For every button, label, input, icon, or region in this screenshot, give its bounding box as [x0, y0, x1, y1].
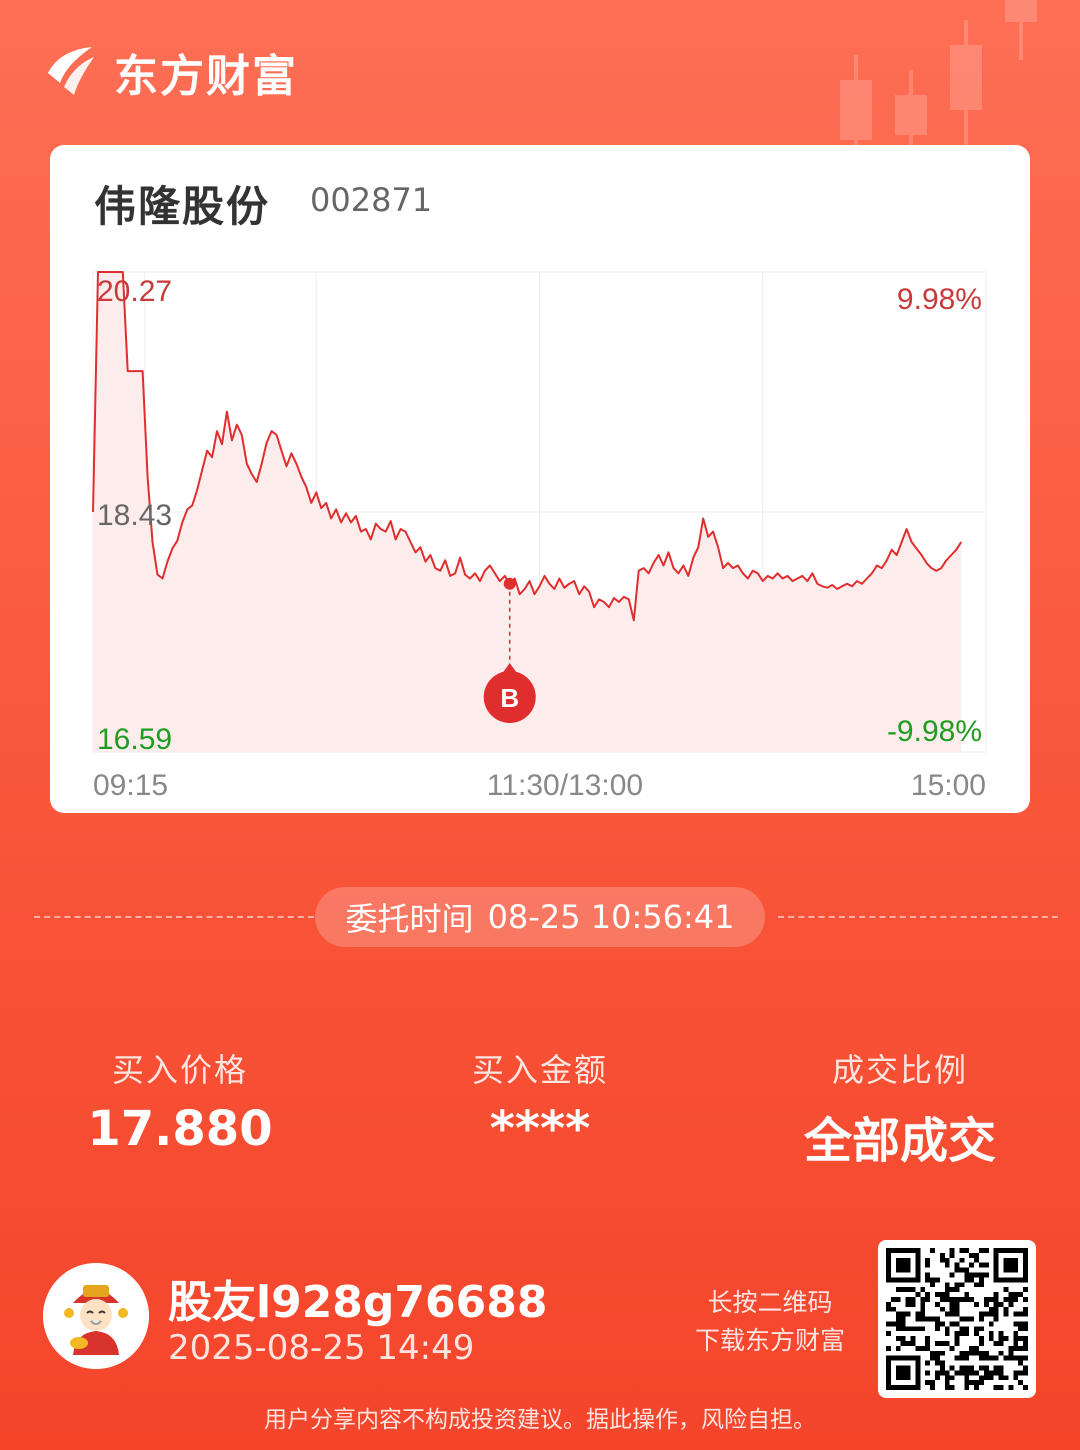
order-time-row: 委托时间 08-25 10:56:41 [0, 887, 1080, 947]
intraday-chart: B 20.27 18.43 16.59 9.98% -9.98% 09:15 11:30/13… [92, 271, 987, 802]
disclaimer: 用户分享内容不构成投资建议。据此操作，风险自担。 [264, 1407, 816, 1433]
stat-label: 买入金额 [471, 1051, 608, 1089]
stat-label: 买入价格 [111, 1051, 248, 1089]
order-time-value: 08-25 10:56:41 [487, 898, 735, 936]
caishen-avatar-icon [43, 1263, 149, 1369]
trade-stats: 买入价格 17.880 买入金额 **** 成交比例 全部成交 [0, 1045, 1080, 1169]
order-time-pill: 委托时间 08-25 10:56:41 [315, 887, 765, 947]
qr-hint-line2: 下载东方财富 [694, 1326, 845, 1355]
stock-chart-card: B 20.27 18.43 16.59 9.98% -9.98% 09:15 11:30/13… [50, 145, 1030, 813]
buy-marker-dot [503, 577, 516, 590]
qr-code-icon [886, 1248, 1028, 1390]
brand-name: 东方财富 [114, 51, 298, 102]
dashed-divider-left [34, 916, 314, 918]
pct-label-low: -9.98% [887, 715, 982, 748]
eastmoney-logo-icon [48, 47, 94, 95]
share-time: 2025-08-25 14:49 [168, 1328, 475, 1368]
stat-fill-ratio: 成交比例 全部成交 [750, 1045, 1050, 1171]
order-time-label: 委托时间 [345, 900, 474, 938]
stat-value: 全部成交 [803, 1113, 996, 1169]
candlestick-decoration-icon [840, 0, 1037, 150]
stat-buy-price: 买入价格 17.880 [30, 1045, 330, 1157]
stat-buy-amount: 买入金额 **** [390, 1045, 690, 1157]
x-tick-mid: 11:30/13:00 [487, 769, 643, 802]
stock-name: 伟隆股份 [94, 182, 271, 231]
stat-label: 成交比例 [831, 1051, 968, 1089]
qr-code[interactable] [878, 1240, 1036, 1398]
stat-value: **** [489, 1101, 591, 1157]
dashed-divider-right [778, 916, 1058, 918]
x-tick-open: 09:15 [93, 769, 168, 802]
stock-code: 002871 [310, 181, 433, 219]
price-label-mid: 18.43 [97, 499, 172, 532]
qr-hint: 长按二维码 下载东方财富 [680, 1284, 860, 1360]
brand-header: 东方财富 [42, 40, 298, 104]
pct-label-high: 9.98% [897, 283, 982, 316]
buy-marker-label: B [500, 683, 519, 713]
price-label-high: 20.27 [97, 275, 172, 308]
qr-hint-line1: 长按二维码 [707, 1288, 833, 1317]
x-tick-close: 15:00 [911, 769, 986, 802]
price-label-low: 16.59 [97, 723, 172, 756]
stat-value: 17.880 [87, 1101, 273, 1157]
user-avatar[interactable] [43, 1263, 149, 1369]
user-name: 股友l928g76688 [168, 1277, 548, 1328]
